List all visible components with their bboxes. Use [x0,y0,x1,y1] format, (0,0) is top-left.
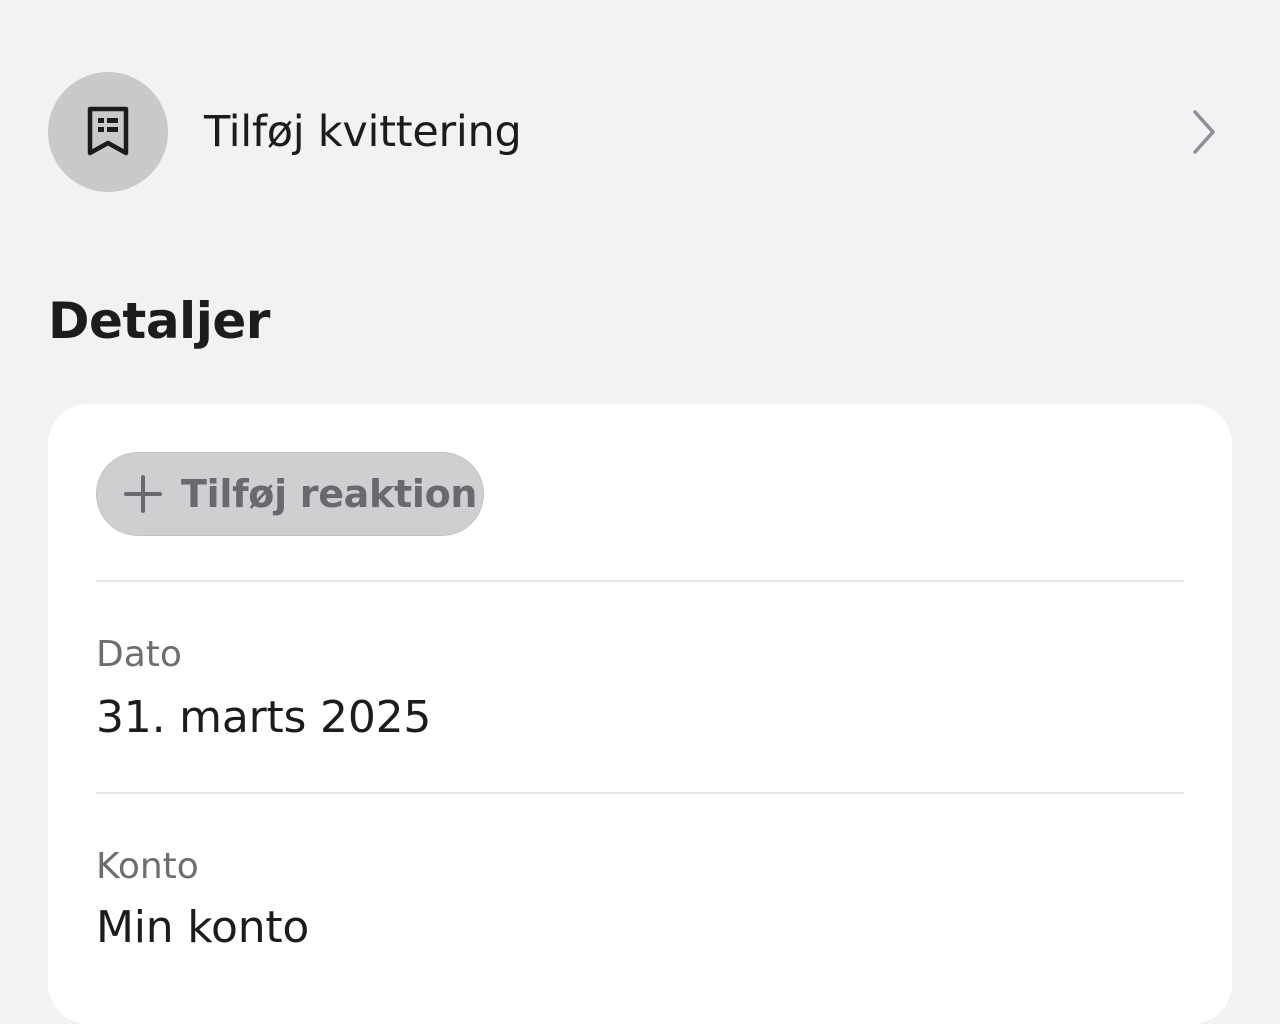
divider [96,792,1184,794]
account-label: Konto [96,846,199,887]
date-value: 31. marts 2025 [96,692,432,743]
add-reaction-label: Tilføj reaktion [181,472,478,516]
plus-icon [124,475,162,513]
add-reaction-button[interactable]: Tilføj reaktion [96,452,484,536]
details-heading: Detaljer [48,292,270,350]
divider [96,580,1184,582]
add-receipt-row[interactable]: Tilføj kvittering [48,72,1232,192]
receipt-icon [87,106,129,156]
chevron-right-icon [1184,102,1224,162]
date-label: Dato [96,634,182,675]
details-card: Tilføj reaktion Dato 31. marts 2025 Kont… [48,404,1232,1024]
receipt-icon-circle [48,72,168,192]
add-receipt-label: Tilføj kvittering [204,107,522,157]
account-value: Min konto [96,902,310,953]
